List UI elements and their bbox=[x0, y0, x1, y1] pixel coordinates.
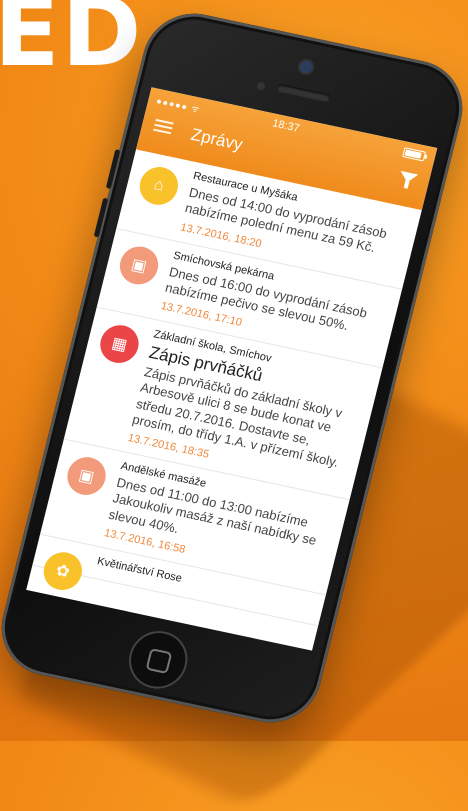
flower-icon: ✿ bbox=[39, 548, 87, 594]
briefcase-icon: ▣ bbox=[63, 453, 110, 499]
home-square-icon bbox=[145, 648, 173, 674]
briefcase-icon: ▣ bbox=[115, 242, 163, 288]
battery-icon bbox=[402, 147, 427, 162]
status-time: 18:37 bbox=[270, 117, 301, 135]
battery-level bbox=[404, 149, 422, 159]
building-icon: ▦ bbox=[96, 321, 143, 367]
home-icon: ⌂ bbox=[135, 163, 183, 209]
menu-icon[interactable] bbox=[153, 118, 174, 135]
filter-icon[interactable] bbox=[398, 170, 419, 185]
signal-indicator: ●●●●● ᯤ bbox=[155, 95, 202, 115]
brand-fragment: ED bbox=[0, 0, 144, 88]
page-title: Zprávy bbox=[189, 124, 245, 155]
